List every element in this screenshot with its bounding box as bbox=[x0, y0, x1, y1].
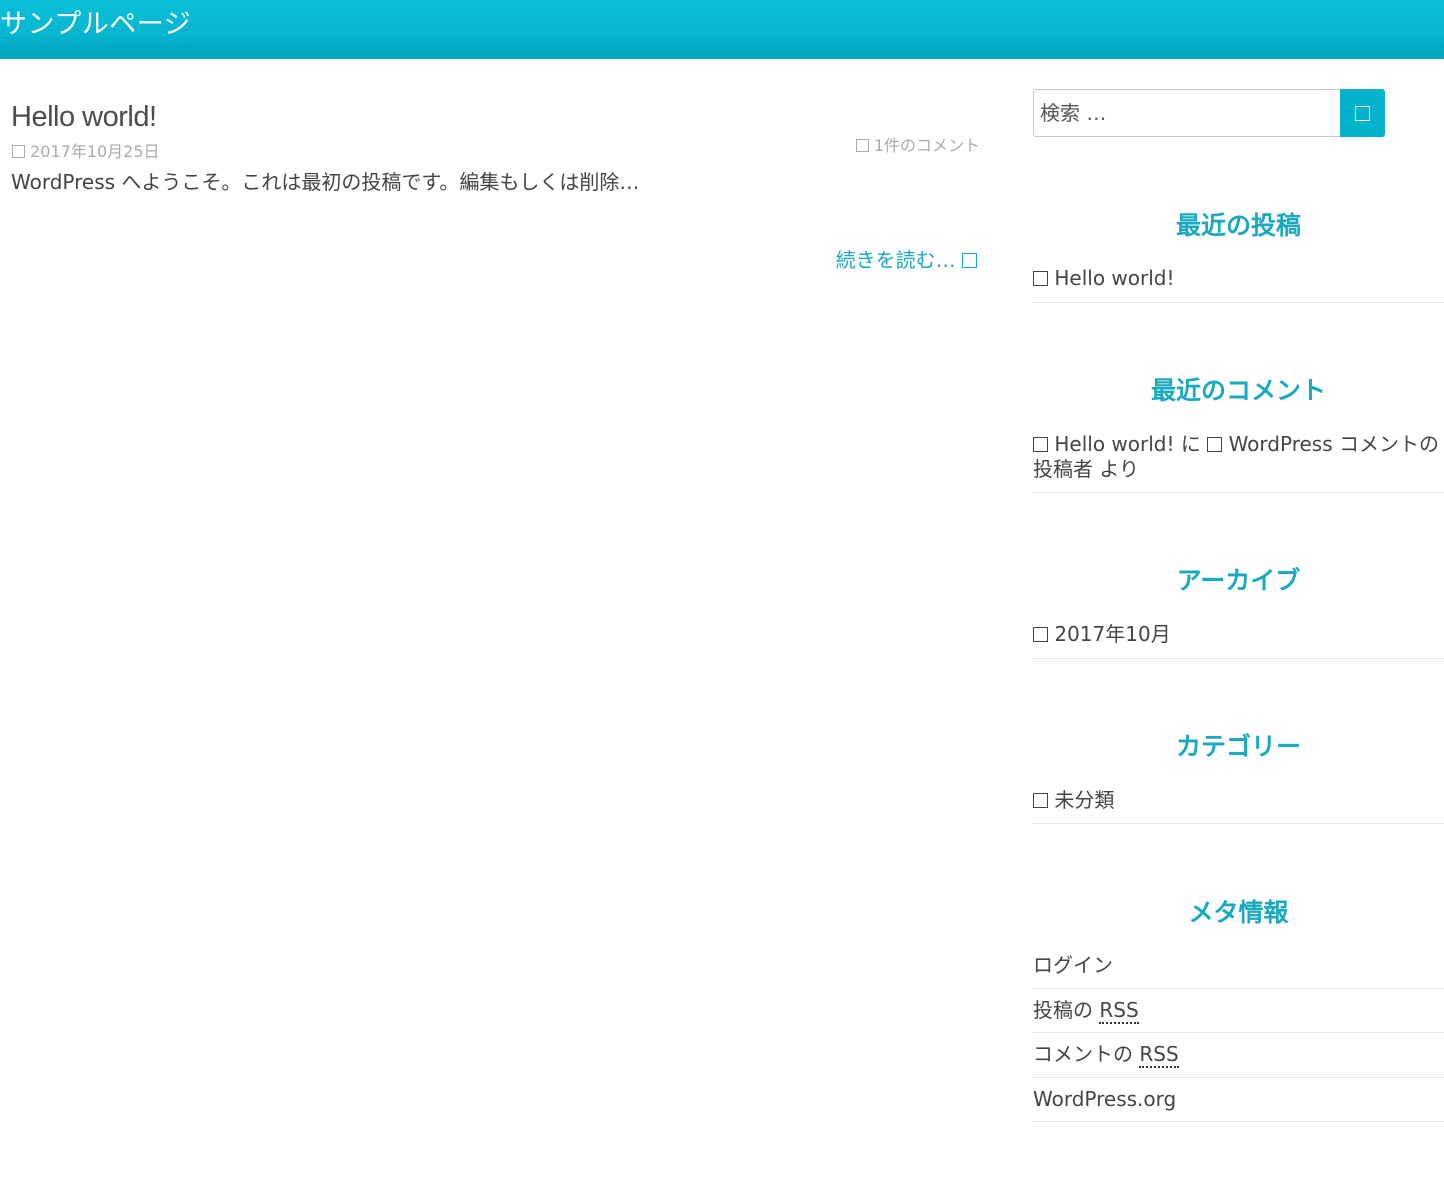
recent-post-item[interactable]: Hello world! bbox=[1033, 266, 1444, 303]
read-more-link[interactable]: 続きを読む… bbox=[836, 244, 977, 273]
post-comments-link[interactable]: 1件のコメント bbox=[855, 132, 980, 156]
post-title[interactable]: Hello world! bbox=[11, 101, 157, 134]
tag-icon bbox=[1033, 793, 1048, 808]
arrow-right-icon bbox=[962, 253, 977, 268]
post-excerpt: WordPress へようこそ。これは最初の投稿です。編集もしくは削除… bbox=[11, 170, 640, 194]
recent-comment-suffix: より bbox=[1099, 457, 1139, 481]
document-icon bbox=[1033, 271, 1048, 286]
categories-title: カテゴリー bbox=[1175, 732, 1301, 761]
search-form bbox=[1033, 89, 1385, 137]
archive-item[interactable]: 2017年10月 bbox=[1033, 622, 1444, 659]
site-title[interactable]: サンプルページ bbox=[0, 2, 191, 41]
category-label: 未分類 bbox=[1054, 788, 1115, 812]
site-header: サンプルページ bbox=[0, 0, 1444, 59]
search-button[interactable] bbox=[1340, 89, 1385, 137]
archive-label: 2017年10月 bbox=[1054, 622, 1171, 646]
read-more-text: 続きを読む… bbox=[835, 248, 956, 272]
meta-comments-rss-link[interactable]: コメントの RSS bbox=[1033, 1042, 1444, 1078]
comment-icon bbox=[855, 139, 869, 152]
meta-posts-rss-prefix: 投稿の bbox=[1033, 998, 1093, 1022]
recent-comment-post-link[interactable]: Hello world! bbox=[1054, 432, 1174, 456]
recent-comments-title: 最近のコメント bbox=[1150, 376, 1326, 405]
meta-wordpress-org-label: WordPress.org bbox=[1033, 1087, 1177, 1111]
recent-post-label: Hello world! bbox=[1054, 266, 1175, 290]
meta-wordpress-org-link[interactable]: WordPress.org bbox=[1033, 1087, 1444, 1122]
meta-login-label: ログイン bbox=[1033, 953, 1113, 977]
search-input[interactable] bbox=[1033, 89, 1341, 137]
archives-title: アーカイブ bbox=[1176, 566, 1301, 595]
post-date[interactable]: 2017年10月25日 bbox=[12, 138, 160, 162]
comment-icon bbox=[1033, 437, 1048, 452]
rss-abbr: RSS bbox=[1099, 998, 1139, 1024]
recent-posts-title: 最近の投稿 bbox=[1175, 211, 1301, 240]
post-date-text: 2017年10月25日 bbox=[30, 142, 160, 161]
recent-comment-item: Hello world! に WordPress コメントの投稿者 より bbox=[1033, 432, 1444, 493]
folder-icon bbox=[1033, 627, 1048, 642]
meta-login-link[interactable]: ログイン bbox=[1033, 953, 1444, 989]
meta-posts-rss-link[interactable]: 投稿の RSS bbox=[1033, 998, 1444, 1033]
user-icon bbox=[1207, 437, 1223, 452]
recent-comment-joiner: に bbox=[1180, 432, 1201, 456]
calendar-icon bbox=[12, 145, 25, 158]
rss-abbr: RSS bbox=[1139, 1042, 1179, 1068]
post-comments-text: 1件のコメント bbox=[873, 136, 980, 155]
search-icon bbox=[1355, 105, 1370, 121]
meta-comments-rss-prefix: コメントの bbox=[1033, 1042, 1133, 1066]
category-item[interactable]: 未分類 bbox=[1033, 788, 1444, 824]
meta-title: メタ情報 bbox=[1188, 898, 1289, 927]
